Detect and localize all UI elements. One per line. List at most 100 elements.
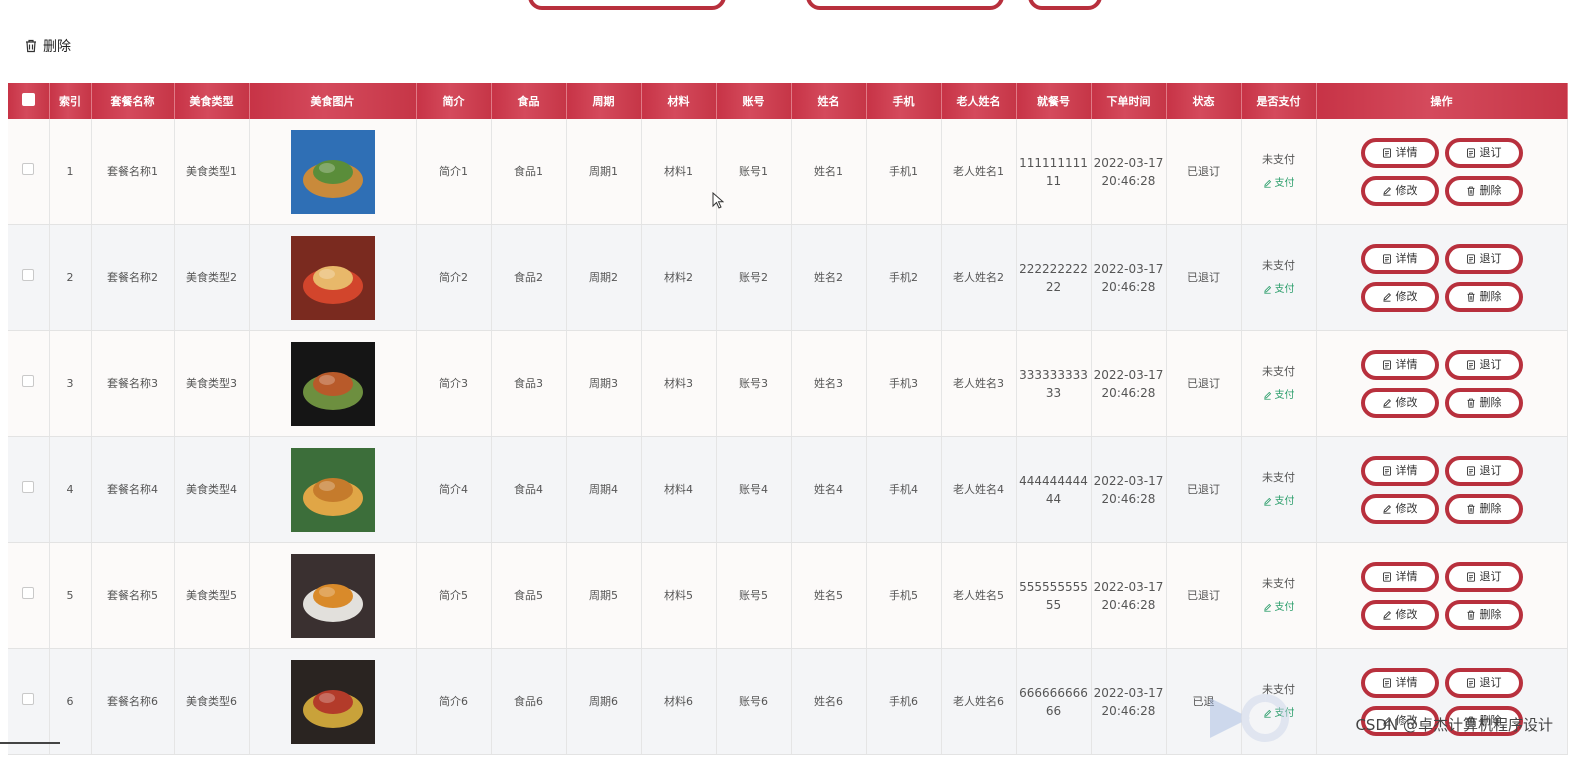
food-image[interactable] (290, 553, 375, 638)
cell-food-image (249, 224, 417, 331)
header-phone: 手机 (866, 83, 942, 119)
document-icon (1382, 571, 1391, 582)
edit-icon (1263, 603, 1271, 612)
table-row[interactable]: 4 套餐名称4 美食类型4 简介4 食品4 周期4 材料4 账号4 姓名4 手机… (8, 436, 1568, 543)
edit-icon (1263, 391, 1271, 400)
edit-button[interactable]: 修改 (1360, 175, 1439, 206)
cell-intro: 简介1 (416, 119, 492, 225)
cell-material: 材料3 (641, 330, 717, 437)
table-row[interactable]: 3 套餐名称3 美食类型3 简介3 食品3 周期3 材料3 账号3 姓名3 手机… (8, 330, 1568, 437)
top-button-2[interactable] (806, 0, 1004, 10)
edit-label: 修改 (1395, 183, 1418, 197)
detail-button[interactable]: 详情 (1360, 137, 1439, 168)
row-checkbox[interactable] (22, 162, 35, 175)
unsubscribe-button[interactable]: 退订 (1444, 243, 1523, 274)
edit-button[interactable]: 修改 (1360, 599, 1439, 630)
edit-icon (1382, 610, 1391, 620)
delete-button[interactable]: 删除 (1444, 387, 1523, 418)
delete-button[interactable]: 删除 (1444, 175, 1523, 206)
edit-icon (1263, 285, 1271, 294)
table-row[interactable]: 5 套餐名称5 美食类型5 简介5 食品5 周期5 材料5 账号5 姓名5 手机… (8, 542, 1568, 649)
row-select-cell[interactable] (8, 224, 50, 331)
cell-account: 账号5 (716, 542, 792, 649)
cell-elder-name: 老人姓名1 (941, 119, 1017, 225)
document-icon (1466, 147, 1475, 158)
top-button-3[interactable] (1028, 0, 1102, 10)
cell-package-name: 套餐名称4 (91, 436, 175, 543)
cell-order-time: 2022-03-17 20:46:28 (1091, 542, 1167, 649)
delete-button[interactable]: 删除 (1444, 599, 1523, 630)
batch-delete-button[interactable]: 删除 (24, 36, 71, 56)
delete-button[interactable]: 删除 (1444, 493, 1523, 524)
cell-actions: 详情 退订 修改 删除 (1316, 436, 1568, 543)
row-select-cell[interactable] (8, 119, 50, 225)
select-all-header[interactable] (8, 83, 50, 119)
detail-button[interactable]: 详情 (1360, 349, 1439, 380)
row-checkbox[interactable] (22, 586, 35, 599)
food-image[interactable] (290, 341, 375, 426)
cell-name: 姓名4 (791, 436, 867, 543)
unsubscribe-label: 退订 (1479, 357, 1502, 371)
header-actions: 操作 (1316, 83, 1568, 119)
detail-label: 详情 (1395, 357, 1418, 371)
top-button-1[interactable] (528, 0, 726, 10)
select-all-checkbox[interactable] (21, 93, 35, 106)
detail-button[interactable]: 详情 (1360, 455, 1439, 486)
delete-button[interactable]: 删除 (1444, 281, 1523, 312)
table-row[interactable]: 1 套餐名称1 美食类型1 简介1 食品1 周期1 材料1 账号1 姓名1 手机… (8, 119, 1568, 225)
detail-button[interactable]: 详情 (1360, 561, 1439, 592)
food-image[interactable] (290, 235, 375, 320)
pay-status: 未支付 (1262, 470, 1295, 484)
cell-period: 周期1 (566, 119, 642, 225)
pay-status: 未支付 (1262, 576, 1295, 590)
unsubscribe-button[interactable]: 退订 (1444, 137, 1523, 168)
delete-label: 删除 (1479, 183, 1502, 197)
cell-food-type: 美食类型4 (174, 436, 250, 543)
unsubscribe-button[interactable]: 退订 (1444, 561, 1523, 592)
food-image[interactable] (290, 447, 375, 532)
pay-link[interactable]: 支付 (1244, 387, 1314, 405)
unsubscribe-button[interactable]: 退订 (1444, 455, 1523, 486)
row-checkbox[interactable] (22, 480, 35, 493)
row-select-cell[interactable] (8, 330, 50, 437)
row-select-cell[interactable] (8, 648, 50, 755)
unsubscribe-button[interactable]: 退订 (1444, 349, 1523, 380)
document-icon (1382, 465, 1391, 476)
row-checkbox[interactable] (22, 692, 35, 705)
pay-link-label: 支付 (1274, 283, 1295, 295)
table-row[interactable]: 2 套餐名称2 美食类型2 简介2 食品2 周期2 材料2 账号2 姓名2 手机… (8, 224, 1568, 331)
row-checkbox[interactable] (22, 268, 35, 281)
detail-button[interactable]: 详情 (1360, 667, 1439, 698)
pay-link[interactable]: 支付 (1244, 493, 1314, 511)
unsubscribe-button[interactable]: 退订 (1444, 667, 1523, 698)
cell-meal-number: 33333333333 (1016, 330, 1092, 437)
food-image[interactable] (290, 659, 375, 744)
pay-link[interactable]: 支付 (1244, 175, 1314, 193)
mouse-cursor-icon (712, 192, 724, 209)
detail-button[interactable]: 详情 (1360, 243, 1439, 274)
pay-link-label: 支付 (1274, 601, 1295, 613)
cell-food: 食品5 (491, 542, 567, 649)
cell-phone: 手机1 (866, 119, 942, 225)
edit-button[interactable]: 修改 (1360, 493, 1439, 524)
cell-period: 周期3 (566, 330, 642, 437)
trash-icon (1467, 186, 1474, 196)
table-row[interactable]: 6 套餐名称6 美食类型6 简介6 食品6 周期6 材料6 账号6 姓名6 手机… (8, 648, 1568, 755)
header-material: 材料 (641, 83, 717, 119)
row-checkbox[interactable] (22, 374, 35, 387)
cell-food-image (249, 119, 417, 225)
row-select-cell[interactable] (8, 436, 50, 543)
edit-button[interactable]: 修改 (1360, 281, 1439, 312)
pay-link[interactable]: 支付 (1244, 281, 1314, 299)
pay-link[interactable]: 支付 (1244, 599, 1314, 617)
cell-material: 材料4 (641, 436, 717, 543)
edit-button[interactable]: 修改 (1360, 387, 1439, 418)
food-image[interactable] (290, 129, 375, 214)
unsubscribe-label: 退订 (1479, 675, 1502, 689)
pay-status: 未支付 (1262, 152, 1295, 166)
cell-actions: 详情 退订 修改 删除 (1316, 330, 1568, 437)
cell-period: 周期5 (566, 542, 642, 649)
row-select-cell[interactable] (8, 542, 50, 649)
cell-elder-name: 老人姓名4 (941, 436, 1017, 543)
cell-actions: 详情 退订 修改 删除 (1316, 224, 1568, 331)
